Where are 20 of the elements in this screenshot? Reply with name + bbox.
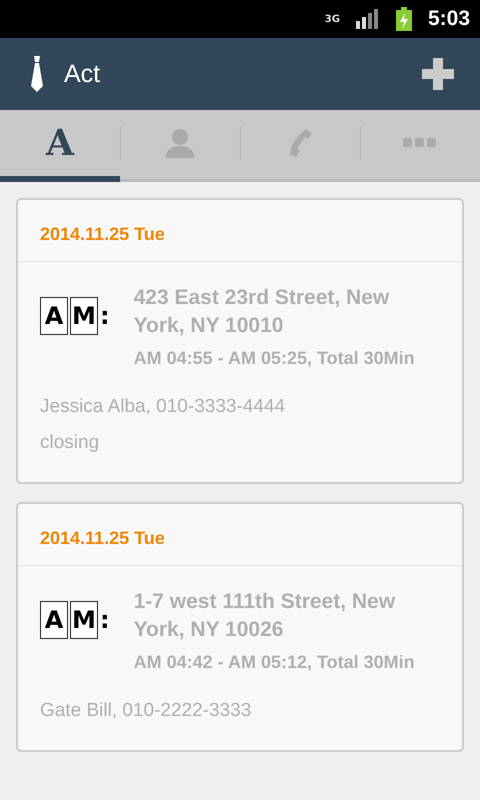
entry-note: closing — [39, 432, 100, 454]
entry-time: AM 04:42 - AM 05:12, Total 30Min — [134, 651, 416, 674]
signal-icon — [356, 9, 380, 29]
app-title: Act — [64, 60, 102, 88]
entry-address: 423 East 23rd Street, New York, NY 10010 — [134, 285, 390, 339]
battery-icon — [396, 7, 412, 31]
person-icon — [166, 128, 194, 158]
entry-address: 1-7 west 111th Street, New York, NY 10026 — [134, 589, 396, 643]
entry-card[interactable]: 2014.11.25 Tue A M : 423 East 23rd Street, New York, NY 10010 AM 04:55 - AM 05:25, Total 30Min Jessica Alba, 010-3333-4444 closing — [16, 198, 464, 484]
tie-icon — [30, 56, 44, 92]
entry-card[interactable]: 2014.11.25 Tue A M : 1-7 west 111th Street, New York, NY 10026 AM 04:42 - AM 05:12, Total 30Min Gate Bill, 010-2222-3333 — [16, 502, 464, 752]
clock: 5:03 — [428, 7, 470, 31]
entry-contact: Gate Bill, 010-2222-3333 — [39, 700, 252, 722]
entry-date: 2014.11.25 Tue — [18, 200, 462, 262]
network-type: 3G — [324, 14, 340, 24]
entry-date: 2014.11.25 Tue — [18, 504, 462, 566]
entry-contact: Jessica Alba, 010-3333-4444 — [39, 396, 286, 418]
entry-time: AM 04:55 - AM 05:25, Total 30Min — [134, 347, 416, 370]
add-icon[interactable] — [422, 58, 454, 90]
more-icon — [403, 138, 437, 148]
